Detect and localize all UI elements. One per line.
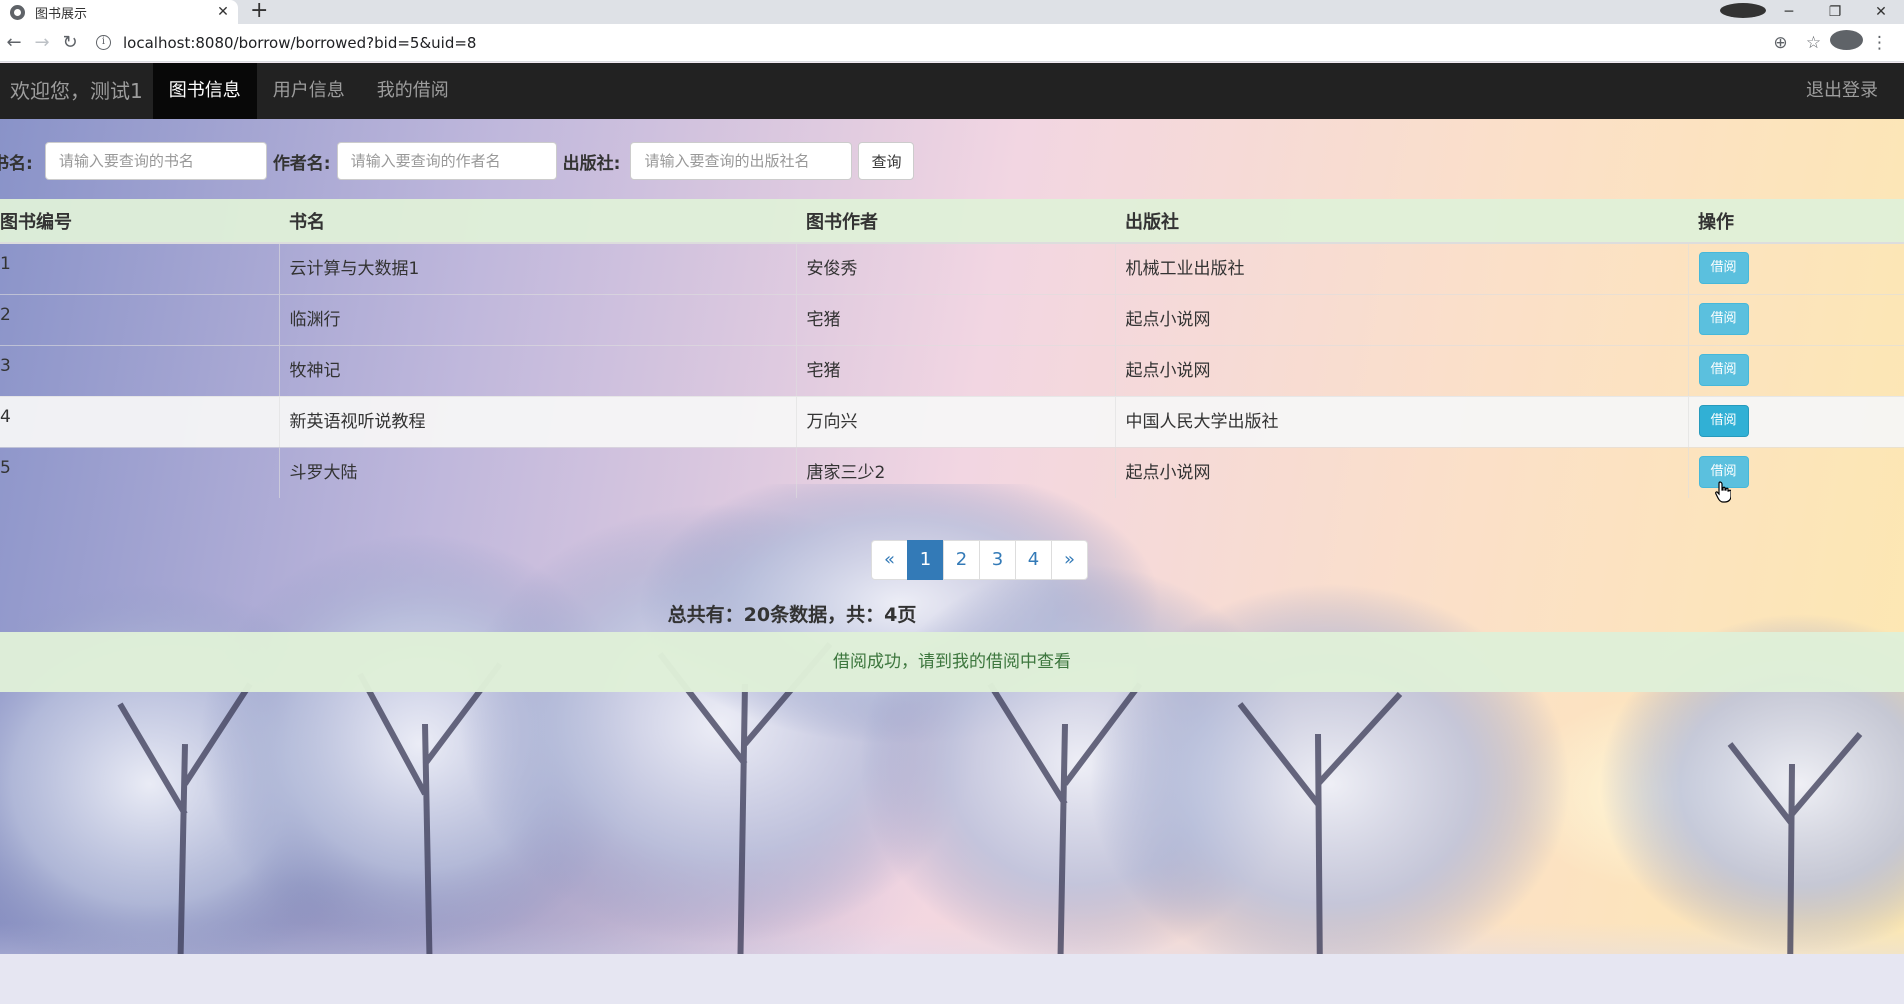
pagination-page-4[interactable]: 4 <box>1015 540 1052 580</box>
cell-book-id: 3 <box>0 344 279 396</box>
back-icon[interactable]: ← <box>0 32 28 53</box>
zoom-icon[interactable]: ⊕ <box>1764 33 1797 53</box>
cell-author: 宅猪 <box>795 293 1115 345</box>
table-header-row: 图书编号 书名 图书作者 出版社 操作 <box>0 199 1904 244</box>
borrow-button[interactable]: 借阅 <box>1698 252 1749 284</box>
cell-book-name: 新英语视听说教程 <box>278 395 796 447</box>
omnibox[interactable]: i localhost:8080/borrow/borrowed?bid=5&u… <box>96 28 1764 58</box>
close-window-icon[interactable]: ✕ <box>1858 4 1904 20</box>
cell-book-id: 5 <box>0 446 279 498</box>
table-row: 2 临渊行 宅猪 起点小说网 借阅 <box>0 293 1904 345</box>
cell-author: 安俊秀 <box>795 242 1115 294</box>
minimize-icon[interactable]: ─ <box>1766 4 1812 20</box>
total-summary: 总共有：20条数据，共：4页 <box>667 604 917 626</box>
tab-close-icon[interactable]: ✕ <box>214 4 232 20</box>
url-text[interactable]: localhost:8080/borrow/borrowed?bid=5&uid… <box>123 34 476 52</box>
publisher-label: 出版社: <box>562 153 621 174</box>
cell-author: 宅猪 <box>795 344 1115 396</box>
borrow-button[interactable]: 借阅 <box>1698 302 1749 335</box>
mouse-pointer-icon <box>1715 481 1731 503</box>
cell-book-id: 4 <box>0 395 279 447</box>
search-form: 书名: 作者名: 出版社: 查询 <box>0 141 915 181</box>
nav-book-info[interactable]: 图书信息 <box>152 63 257 119</box>
table-row: 1 云计算与大数据1 安俊秀 机械工业出版社 借阅 <box>0 242 1904 294</box>
pagination-page-2[interactable]: 2 <box>943 540 980 580</box>
site-info-icon[interactable]: i <box>96 35 111 50</box>
cell-publisher: 中国人民大学出版社 <box>1114 395 1688 447</box>
header-action: 操作 <box>1688 199 1904 244</box>
cell-action: 借阅 <box>1687 395 1904 447</box>
pagination-page-3[interactable]: 3 <box>979 540 1016 580</box>
header-publisher: 出版社 <box>1115 199 1688 244</box>
restore-icon[interactable]: ❐ <box>1812 4 1858 20</box>
pagination-page-1[interactable]: 1 <box>907 540 944 580</box>
book-name-label: 书名: <box>0 153 33 174</box>
forward-icon[interactable]: → <box>28 32 56 53</box>
author-name-input[interactable] <box>336 142 557 180</box>
browser-tab[interactable]: 图书展示 ✕ <box>0 0 238 24</box>
cell-book-name: 云计算与大数据1 <box>278 242 796 294</box>
borrow-button[interactable]: 借阅 <box>1698 404 1749 437</box>
cell-publisher: 机械工业出版社 <box>1114 242 1688 294</box>
browser-menu-icon[interactable]: ⋮ <box>1863 33 1896 53</box>
table-row: 3 牧神记 宅猪 起点小说网 借阅 <box>0 344 1904 396</box>
cell-book-id: 1 <box>0 242 279 294</box>
pagination-prev[interactable]: « <box>871 540 908 580</box>
tab-title: 图书展示 <box>35 6 88 22</box>
new-tab-button[interactable]: + <box>250 0 268 24</box>
query-button[interactable]: 查询 <box>858 142 915 180</box>
cell-book-name: 斗罗大陆 <box>278 446 796 498</box>
success-alert: 借阅成功，请到我的借阅中查看 <box>0 632 1904 692</box>
address-bar-actions: ⊕ ☆ ⋮ <box>1764 30 1896 55</box>
profile-menu-icon[interactable] <box>1720 2 1766 22</box>
cell-action: 借阅 <box>1687 293 1904 345</box>
cell-action: 借阅 <box>1687 242 1904 294</box>
logout-link[interactable]: 退出登录 <box>1806 63 1878 119</box>
header-author: 图书作者 <box>796 199 1115 244</box>
top-navbar: 欢迎您，测试1 图书信息 用户信息 我的借阅 退出登录 <box>0 63 1904 119</box>
bookmark-star-icon[interactable]: ☆ <box>1797 33 1830 53</box>
cell-publisher: 起点小说网 <box>1114 446 1688 498</box>
welcome-text: 欢迎您，测试1 <box>10 79 143 103</box>
page-viewport: 欢迎您，测试1 图书信息 用户信息 我的借阅 退出登录 书名: 作者名: 出版社… <box>0 63 1904 1004</box>
table-row: 4 新英语视听说教程 万向兴 中国人民大学出版社 借阅 <box>0 395 1904 447</box>
nav-my-borrow[interactable]: 我的借阅 <box>361 63 465 119</box>
globe-icon <box>10 4 25 20</box>
author-name-label: 作者名: <box>272 153 331 174</box>
address-bar: ← → ↻ i localhost:8080/borrow/borrowed?b… <box>0 24 1904 62</box>
cell-book-name: 牧神记 <box>278 344 796 396</box>
cell-publisher: 起点小说网 <box>1114 344 1688 396</box>
cell-author: 万向兴 <box>795 395 1115 447</box>
books-table: 图书编号 书名 图书作者 出版社 操作 1 云计算与大数据1 安俊秀 机械工业出… <box>0 199 1904 498</box>
nav-user-info[interactable]: 用户信息 <box>257 63 361 119</box>
cell-action: 借阅 <box>1687 344 1904 396</box>
reload-icon[interactable]: ↻ <box>56 32 84 53</box>
borrow-button[interactable]: 借阅 <box>1698 353 1749 386</box>
table-row: 5 斗罗大陆 唐家三少2 起点小说网 借阅 <box>0 446 1904 498</box>
cell-book-name: 临渊行 <box>278 293 796 345</box>
cell-publisher: 起点小说网 <box>1114 293 1688 345</box>
cell-book-id: 2 <box>0 293 279 345</box>
header-book-id: 图书编号 <box>0 199 279 244</box>
window-controls: ─ ❐ ✕ <box>1720 0 1904 24</box>
header-book-name: 书名 <box>279 199 796 244</box>
publisher-input[interactable] <box>630 142 853 180</box>
cell-author: 唐家三少2 <box>795 446 1115 498</box>
pagination: « 1 2 3 4 » <box>871 540 1088 580</box>
book-name-input[interactable] <box>44 142 267 180</box>
pagination-next[interactable]: » <box>1051 540 1088 580</box>
browser-tab-strip: 图书展示 ✕ + ─ ❐ ✕ <box>0 0 1904 24</box>
account-icon[interactable] <box>1830 30 1863 55</box>
